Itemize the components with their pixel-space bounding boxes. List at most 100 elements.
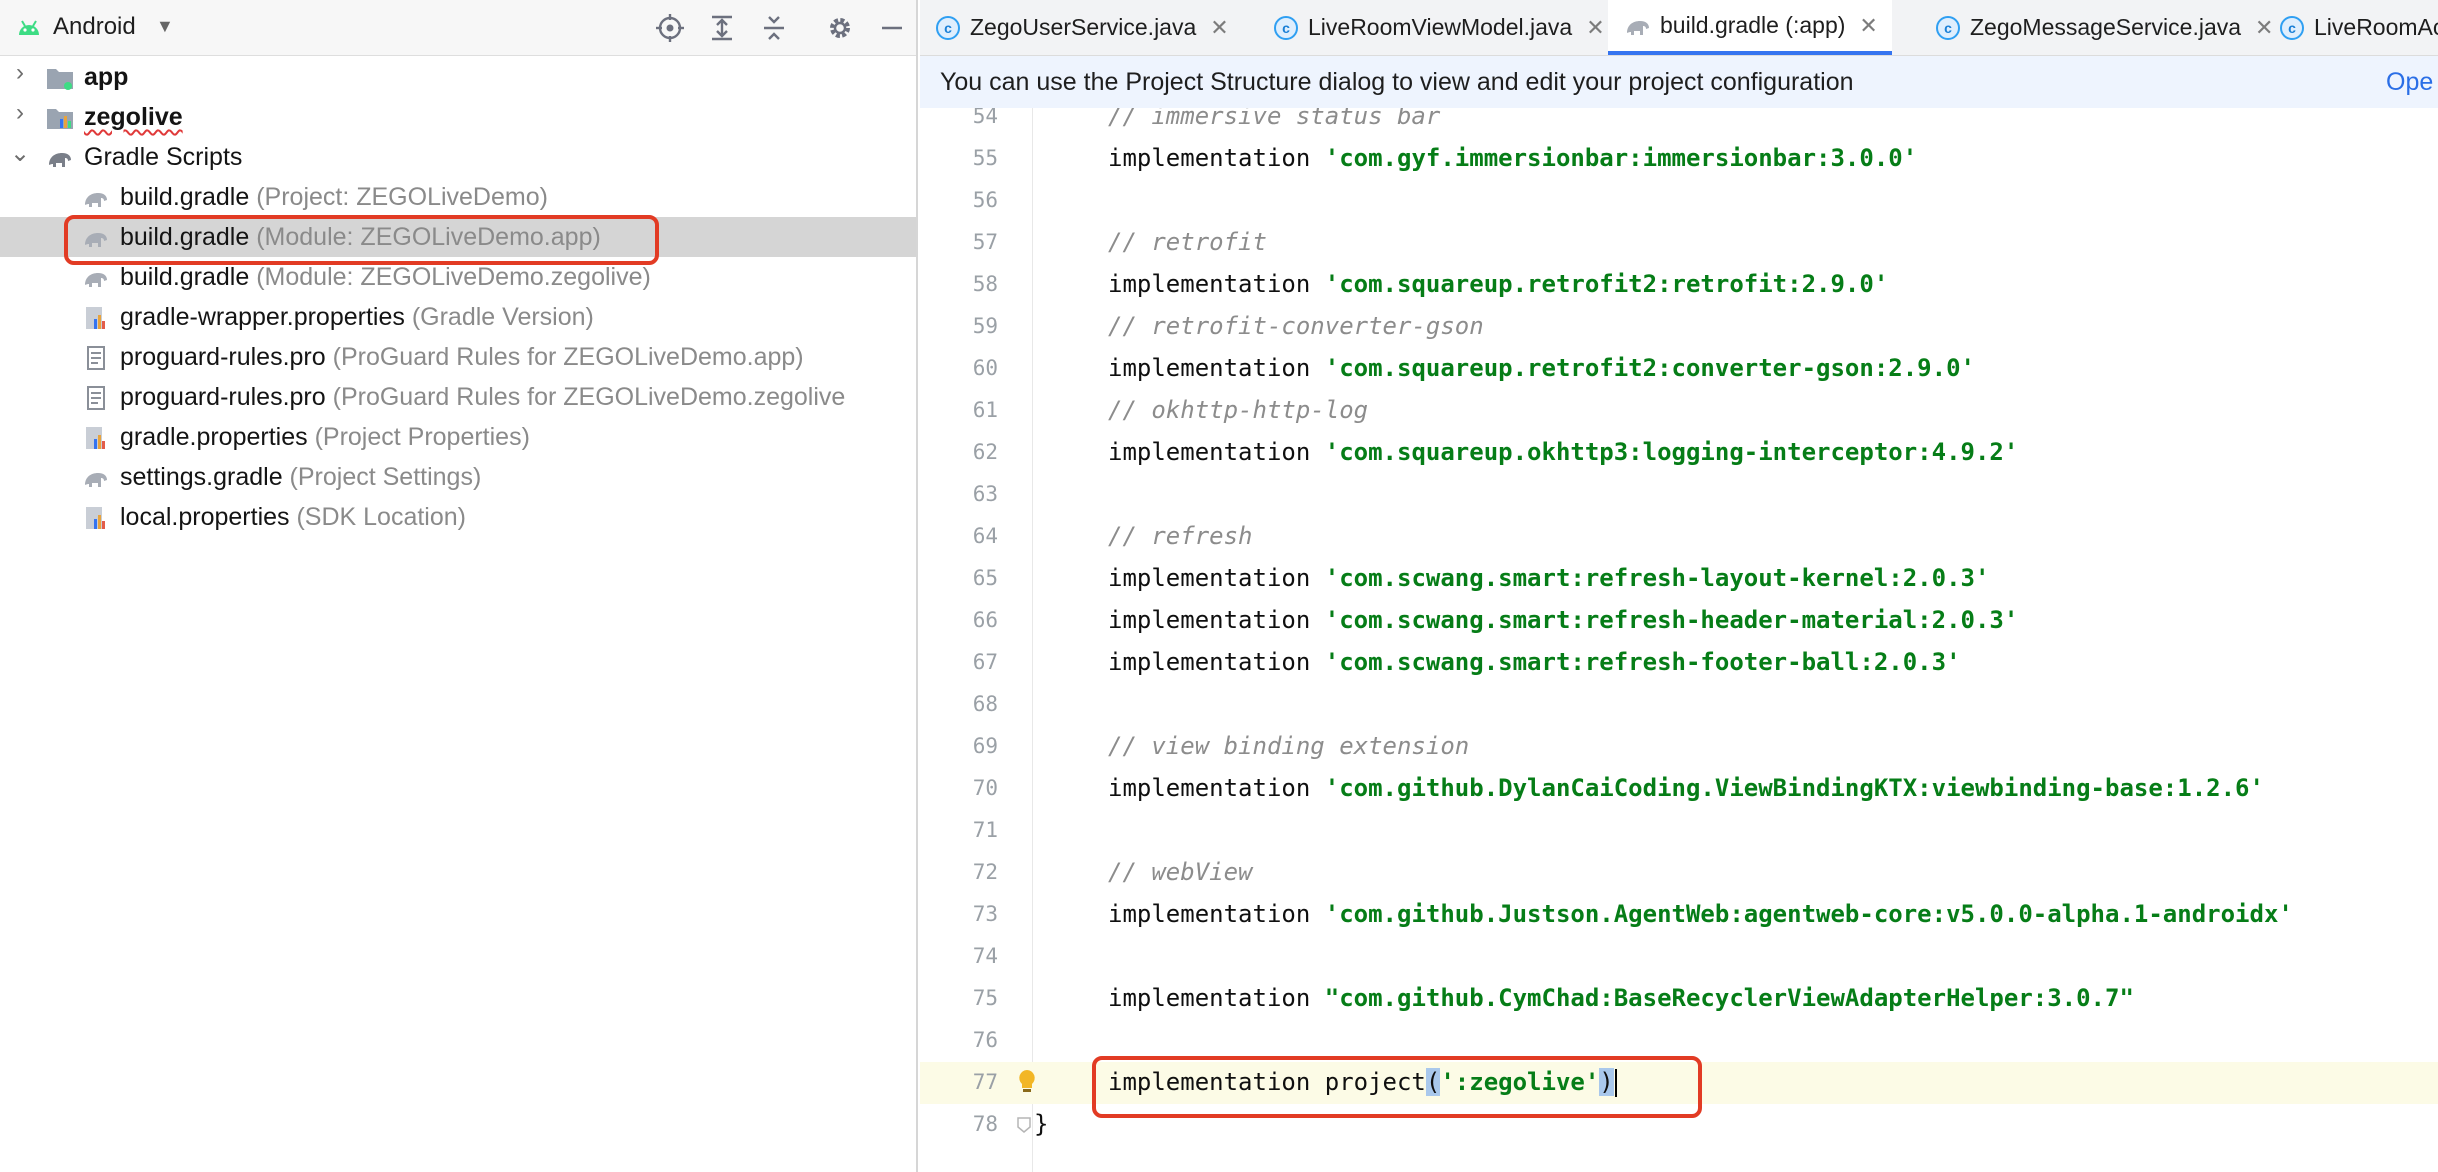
- java-class-icon: c: [2280, 15, 2304, 40]
- code-text: implementation 'com.scwang.smart:refresh…: [1108, 606, 2018, 634]
- line-number: 78: [972, 1112, 998, 1136]
- code-line[interactable]: 72 // webView: [920, 852, 2438, 894]
- code-line[interactable]: 58 implementation 'com.squareup.retrofit2…: [920, 264, 2438, 306]
- code-keyword: // view binding extension: [1108, 732, 1470, 760]
- line-number: 64: [972, 524, 998, 548]
- code-string: 'com.github.DylanCaiCoding.ViewBindingKT…: [1324, 774, 2264, 802]
- tree-item[interactable]: settings.gradle (Project Settings): [0, 457, 916, 497]
- properties-file-icon: [82, 425, 110, 451]
- line-number: 72: [972, 860, 998, 884]
- line-number: 57: [972, 230, 998, 254]
- code-keyword: // okhttp-http-log: [1108, 396, 1369, 424]
- code-line[interactable]: 69 // view binding extension: [920, 726, 2438, 768]
- tree-item-name: build.gradle: [120, 183, 250, 211]
- code-keyword: implementation: [1108, 900, 1325, 928]
- code-string: 'com.github.Justson.AgentWeb:agentweb-co…: [1324, 900, 2293, 928]
- tree-item[interactable]: local.properties (SDK Location): [0, 497, 916, 537]
- tree-item[interactable]: gradle.properties (Project Properties): [0, 417, 916, 457]
- tree-item[interactable]: proguard-rules.pro (ProGuard Rules for Z…: [0, 377, 916, 417]
- code-line[interactable]: 64 // refresh: [920, 516, 2438, 558]
- line-number: 65: [972, 566, 998, 590]
- gradle-file-icon: [82, 265, 110, 291]
- code-line-highlight: [1092, 1056, 1702, 1118]
- project-view-selector[interactable]: Android: [53, 13, 136, 41]
- line-number: 56: [972, 188, 998, 212]
- editor-tab[interactable]: build.gradle (:app) ✕: [1608, 0, 1892, 55]
- selected-file-highlight: [64, 215, 659, 265]
- lightbulb-icon[interactable]: [1016, 1068, 1038, 1101]
- code-text: implementation 'com.squareup.retrofit2:r…: [1108, 270, 1888, 298]
- hide-icon[interactable]: [872, 9, 912, 47]
- chevron-down-icon[interactable]: ⌄: [8, 139, 32, 168]
- code-keyword: implementation: [1108, 564, 1325, 592]
- open-project-structure-link[interactable]: Ope: [2386, 68, 2433, 97]
- close-icon[interactable]: ✕: [1210, 15, 1228, 41]
- code-line[interactable]: 57 // retrofit: [920, 222, 2438, 264]
- settings-icon[interactable]: [820, 9, 860, 47]
- code-line[interactable]: 71: [920, 810, 2438, 852]
- close-icon[interactable]: ✕: [1586, 15, 1604, 41]
- code-keyword: implementation: [1108, 984, 1325, 1012]
- editor-tab[interactable]: c ZegoUserService.java ✕: [920, 0, 1243, 55]
- tree-item[interactable]: › app: [0, 57, 916, 97]
- code-line[interactable]: 66 implementation 'com.scwang.smart:refre…: [920, 600, 2438, 642]
- gradle-file-icon: [82, 465, 110, 491]
- code-line[interactable]: 62 implementation 'com.squareup.okhttp3:l…: [920, 432, 2438, 474]
- code-keyword: implementation: [1108, 648, 1325, 676]
- editor-tab[interactable]: c ZegoMessageService.java ✕: [1920, 0, 2287, 55]
- tab-label: build.gradle (:app): [1660, 12, 1846, 38]
- code-keyword: implementation: [1108, 270, 1325, 298]
- chevron-right-icon[interactable]: ›: [8, 59, 32, 87]
- tree-item-note: (Project Settings): [282, 463, 482, 491]
- code-line[interactable]: 70 implementation 'com.github.DylanCaiCod…: [920, 768, 2438, 810]
- editor-tab[interactable]: c LiveRoomAct: [2264, 0, 2438, 55]
- line-number: 69: [972, 734, 998, 758]
- tree-item[interactable]: › zegolive: [0, 97, 916, 137]
- code-line[interactable]: 75 implementation "com.github.CymChad:Bas…: [920, 978, 2438, 1020]
- code-line[interactable]: 55 implementation 'com.gyf.immersionbar:i…: [920, 138, 2438, 180]
- code-editor[interactable]: 54 // immersive status bar 55 implementatio…: [920, 108, 2438, 1172]
- line-number: 63: [972, 482, 998, 506]
- fold-marker-icon[interactable]: [1016, 1116, 1032, 1139]
- line-number: 59: [972, 314, 998, 338]
- tree-item-note: (Project: ZEGOLiveDemo): [249, 183, 548, 211]
- code-line[interactable]: 54 // immersive status bar: [920, 108, 2438, 138]
- code-line[interactable]: 67 implementation 'com.scwang.smart:refre…: [920, 642, 2438, 684]
- code-line[interactable]: 61 // okhttp-http-log: [920, 390, 2438, 432]
- properties-file-icon: [82, 505, 110, 531]
- close-icon[interactable]: ✕: [1859, 13, 1877, 39]
- expand-all-icon[interactable]: [702, 9, 742, 47]
- code-text: // immersive status bar: [1108, 108, 1440, 130]
- project-structure-banner: You can use the Project Structure dialog…: [920, 56, 2438, 109]
- code-text: // retrofit-converter-gson: [1108, 312, 1484, 340]
- editor-tab[interactable]: c LiveRoomViewModel.java ✕: [1258, 0, 1619, 55]
- java-class-icon: c: [936, 15, 960, 40]
- tree-item-name: gradle-wrapper.properties: [120, 303, 405, 331]
- chevron-right-icon[interactable]: ›: [8, 99, 32, 127]
- project-tool-window: Android ▼ › app › zegolive ⌄ Gradle Scripts bu…: [0, 0, 918, 1172]
- tab-label: ZegoUserService.java: [970, 14, 1197, 40]
- code-line[interactable]: 59 // retrofit-converter-gson: [920, 306, 2438, 348]
- locate-icon[interactable]: [650, 9, 690, 47]
- code-line[interactable]: 63: [920, 474, 2438, 516]
- line-number: 70: [972, 776, 998, 800]
- code-line[interactable]: 56: [920, 180, 2438, 222]
- tree-item[interactable]: build.gradle (Project: ZEGOLiveDemo): [0, 177, 916, 217]
- code-string: 'com.squareup.retrofit2:converter-gson:2…: [1324, 354, 1975, 382]
- tree-item[interactable]: ⌄ Gradle Scripts: [0, 137, 916, 177]
- tree-item[interactable]: proguard-rules.pro (ProGuard Rules for Z…: [0, 337, 916, 377]
- code-text: // webView: [1108, 858, 1253, 886]
- collapse-all-icon[interactable]: [754, 9, 794, 47]
- tree-item[interactable]: gradle-wrapper.properties (Gradle Versio…: [0, 297, 916, 337]
- code-line[interactable]: 60 implementation 'com.squareup.retrofit2…: [920, 348, 2438, 390]
- code-line[interactable]: 74: [920, 936, 2438, 978]
- code-line[interactable]: 65 implementation 'com.scwang.smart:refre…: [920, 558, 2438, 600]
- code-keyword: implementation: [1108, 354, 1325, 382]
- code-text: // okhttp-http-log: [1108, 396, 1368, 424]
- line-number: 74: [972, 944, 998, 968]
- chevron-down-icon[interactable]: ▼: [156, 16, 174, 37]
- code-string: 'com.scwang.smart:refresh-header-materia…: [1324, 606, 2019, 634]
- code-line[interactable]: 68: [920, 684, 2438, 726]
- code-line[interactable]: 73 implementation 'com.github.Justson.Age…: [920, 894, 2438, 936]
- code-text: implementation "com.github.CymChad:BaseR…: [1108, 984, 2134, 1012]
